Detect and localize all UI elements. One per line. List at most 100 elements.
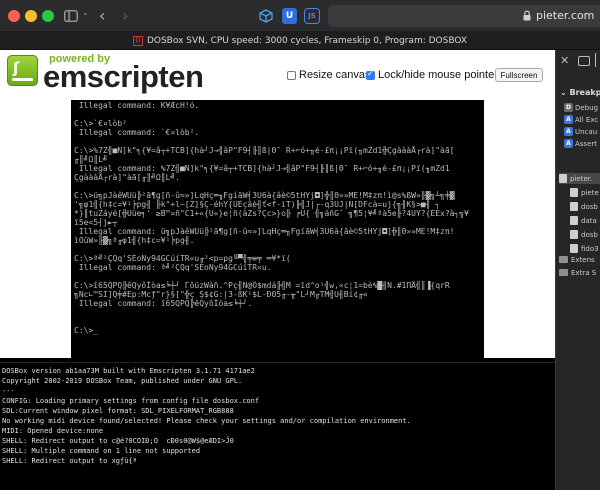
breakpoint-label: Debug: [575, 103, 599, 112]
tab-title: DOSBox SVN, CPU speed: 3000 cycles, Fram…: [146, 36, 468, 46]
tree-label: dosb: [581, 230, 598, 239]
dosbox-canvas[interactable]: Illegal command: K¥ÆcH!ó. C:\>`€¤lòb² Il…: [71, 100, 484, 358]
tree-folder[interactable]: Extens: [559, 254, 595, 265]
breakpoint-badge-icon: A: [564, 139, 573, 148]
breakpoint-item[interactable]: A All Exc: [564, 114, 598, 125]
js-extension-icon[interactable]: JS: [304, 8, 320, 24]
more-icon[interactable]: [595, 53, 600, 67]
dos-line: Illegal command: ª╝²ÇQq'SÉoNy94GCúíTR«u.: [74, 263, 272, 272]
breakpoint-badge-icon: A: [564, 115, 573, 124]
tab-bar: D DOSBox SVN, CPU speed: 3000 cycles, Fr…: [0, 32, 600, 50]
shield-extension-icon[interactable]: U: [282, 8, 297, 24]
console-line: ---: [2, 387, 15, 395]
tree-folder[interactable]: Extra S: [559, 267, 596, 278]
address-bar[interactable]: pieter.com: [328, 5, 600, 27]
dos-line: C:\>`€¤lòb²: [74, 119, 127, 128]
dos-line: ╓║╝Ω║L╝: [74, 155, 108, 164]
tree-file[interactable]: piete: [570, 187, 599, 198]
forward-arrow-icon[interactable]: ›: [122, 6, 128, 25]
tree-file[interactable]: pieter.: [559, 173, 600, 184]
dos-line: [74, 272, 484, 281]
page-content: ʃ powered by emscripten Resize canvas Lo…: [0, 50, 555, 490]
tree-file[interactable]: dosb: [570, 229, 598, 240]
tree-label: dosb: [581, 202, 598, 211]
dos-line: C:\>_: [74, 326, 99, 335]
cube-extension-icon[interactable]: [258, 8, 274, 24]
console-line: SDL:Current window pixel format: SDL_PIX…: [2, 407, 234, 415]
dos-line: ╗Nc∟™SI]Q╪#Ep:Mcƒ"r}§["╬ç Ş$¢G:|3-ßK¹$L-…: [74, 290, 368, 299]
folder-icon: [559, 269, 568, 276]
breakpoint-item[interactable]: A Uncau: [564, 126, 597, 137]
split-view-icon[interactable]: [578, 56, 590, 66]
active-tab[interactable]: D DOSBox SVN, CPU speed: 3000 cycles, Fr…: [0, 32, 600, 50]
breakpoint-badge-icon: A: [564, 127, 573, 136]
dos-line: [74, 110, 484, 119]
console-line: CONFIG: Loading primary settings from co…: [2, 397, 260, 405]
dos-line: [74, 317, 484, 326]
dos-line: C:\>%7Z╣■N]k"╕{¥=â┬+TCB]{hà┘J→╣âP"F9┤╟║ß…: [74, 146, 455, 155]
tree-label: pieter.: [570, 174, 593, 183]
console-line: SHELL: Redirect output to c@é?0COIÐ;O cÐ…: [2, 437, 234, 445]
emscripten-logo-icon: ʃ: [7, 55, 38, 86]
tree-label: Extens: [571, 255, 595, 264]
console-line: DOSBox version ab1aa73M built with Emscr…: [2, 367, 255, 375]
canvas-frame: Illegal command: K¥ÆcH!ó. C:\>`€¤lòb² Il…: [0, 100, 555, 358]
dos-line: C:\>ª╝²ÇQq'SÉoNy94GCúíTR«u╓²<p=ρg╙▀╣╤≡╤ …: [74, 254, 291, 263]
dos-line: *}║tuZáyé[╬Uüe╕' ≥B™¤ñ"C1+«{U«}e¦ñ(àZs?Ç…: [74, 209, 469, 218]
dos-line: Illegal command: %7Z╣■N]k"╕{¥=â┬+TCB]{hà…: [74, 164, 450, 173]
back-arrow-icon[interactable]: ‹: [99, 6, 105, 25]
dos-line: Illegal command: ü╗pJàêWUü╠²ã¶g[ñ-û≈»]Lq…: [74, 227, 455, 236]
dos-line: '╗φ1╣{h‡c=¥¹╞pg╢ ╟k"+l—[Z]§Ç-éhY{ÜÉçâè╢ť…: [74, 200, 441, 209]
fullscreen-button[interactable]: Fullscreen: [495, 68, 543, 82]
tree-file[interactable]: dosb: [570, 201, 598, 212]
chevron-down-icon[interactable]: ⌄: [82, 8, 89, 17]
breakpoint-label: Uncau: [575, 127, 598, 136]
tree-file[interactable]: data: [570, 215, 597, 226]
dos-line: [74, 308, 484, 317]
window-minimize-button[interactable]: [25, 10, 37, 22]
resize-canvas-control[interactable]: Resize canvas: [287, 69, 371, 81]
lock-pointer-checkbox[interactable]: [366, 69, 375, 80]
breakpoint-item[interactable]: D Debug: [564, 102, 598, 113]
console-output[interactable]: DOSBox version ab1aa73M built with Emscr…: [0, 362, 555, 490]
tree-file[interactable]: fido3: [570, 243, 599, 254]
breakpoint-label: All Exc: [575, 115, 599, 124]
dos-line: Illegal command: K¥ÆcH!ó.: [74, 101, 200, 110]
console-lines: DOSBox version ab1aa73M built with Emscr…: [0, 363, 555, 466]
brand-name: emscripten: [43, 59, 204, 94]
breakpoint-label: Assert: [575, 139, 598, 148]
breakpoint-item[interactable]: A Assert: [564, 138, 597, 149]
dos-line: C:\>î65QPQ╠êQyôÎòa≤╘┼┘ ΓôüzWàñ.^Pç╢N@Ö$m…: [74, 281, 450, 290]
console-line: Copyright 2002-2019 DOSBox Team, publish…: [2, 377, 243, 385]
window-zoom-button[interactable]: [42, 10, 54, 22]
file-icon: [570, 244, 578, 253]
browser-toolbar: ⌄ ‹ › U JS pieter.com: [0, 0, 600, 32]
resize-canvas-checkbox[interactable]: [287, 70, 296, 80]
file-icon: [570, 230, 578, 239]
file-icon: [559, 174, 567, 183]
web-inspector-panel: ✕ ⌄ Breakpoi DDebugAAll ExcAUncauAAssert…: [555, 50, 600, 490]
dos-line: [74, 182, 484, 191]
tree-label: Extra S: [571, 268, 597, 277]
lock-pointer-label: Lock/hide mouse pointer: [378, 69, 498, 81]
lock-pointer-control[interactable]: Lock/hide mouse pointer: [366, 69, 498, 81]
dos-line: [74, 245, 484, 254]
console-line: SHELL: Multiple command on 1 line not su…: [2, 447, 201, 455]
dos-line: Illegal command: `€¤lòb².: [74, 128, 200, 137]
file-icon: [570, 216, 578, 225]
console-line: No working midi device found/selected! P…: [2, 417, 411, 425]
dos-line: Illegal command: î65QPQ╠êQyôÎòa≤╘┼┘.: [74, 299, 253, 308]
window-close-button[interactable]: [8, 10, 20, 22]
sidebar-toggle-icon[interactable]: [64, 9, 78, 22]
breakpoints-header[interactable]: ⌄ Breakpoi: [560, 88, 600, 97]
breakpoint-badge-icon: D: [564, 103, 573, 112]
console-line: SHELL: Redirect output to xgƒû{ª: [2, 457, 137, 465]
close-icon[interactable]: ✕: [560, 54, 569, 67]
dos-line: [74, 137, 484, 146]
dosbox-favicon-icon: D: [132, 36, 143, 46]
chevron-down-icon: ⌄: [560, 88, 570, 97]
file-icon: [570, 188, 578, 197]
dos-line: C:\>ü╗pJàêWUü╠²ã¶g[ñ-û≈»]LqHç═╖FgíãW╡3U6…: [74, 191, 455, 200]
url-text: pieter.com: [536, 9, 595, 22]
console-line: MIDI: Opened device:none: [2, 427, 104, 435]
